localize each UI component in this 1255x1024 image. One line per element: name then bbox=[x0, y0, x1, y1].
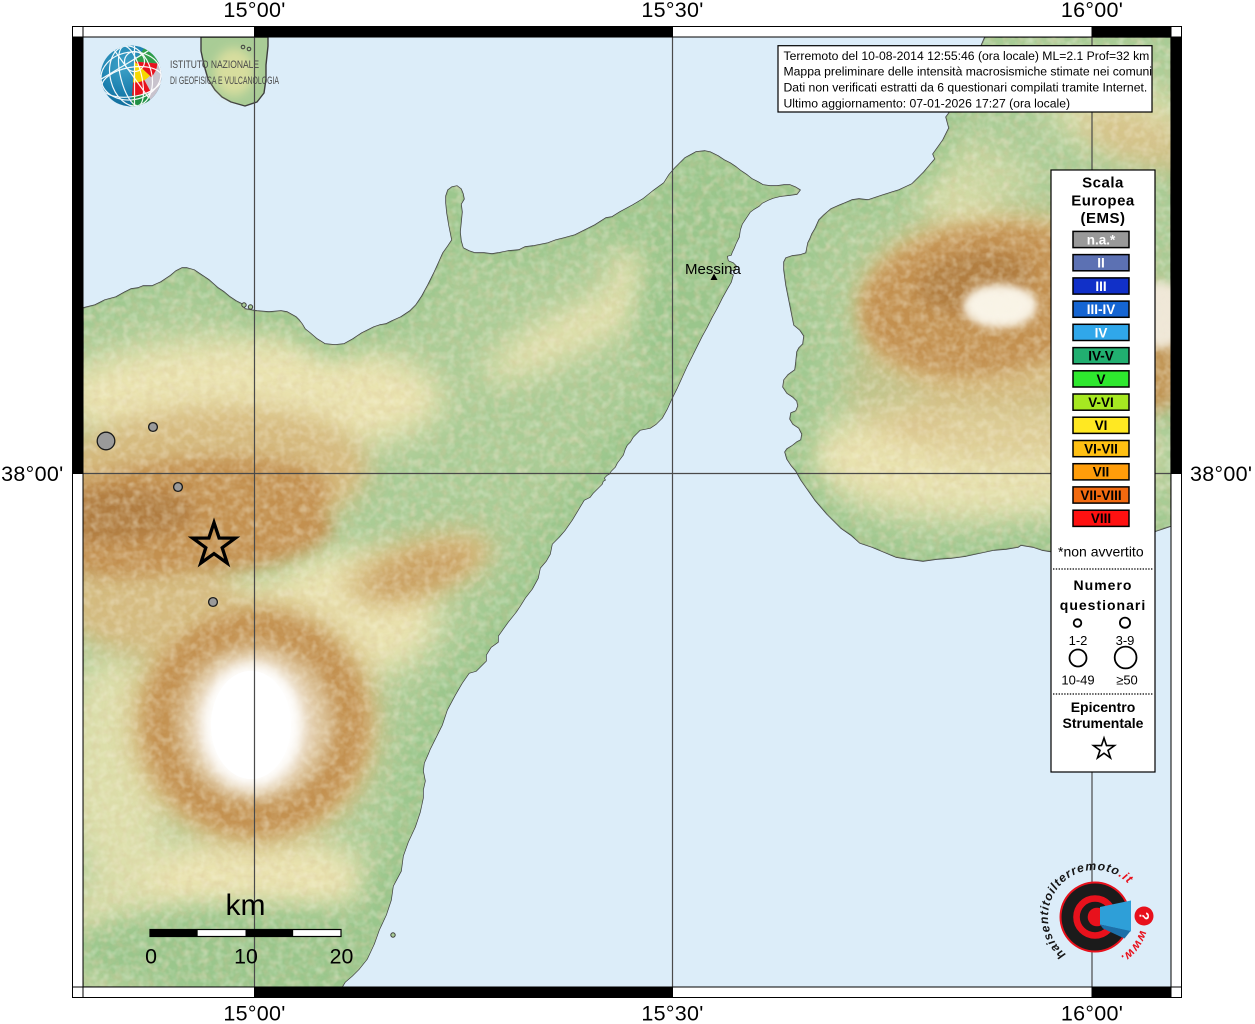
svg-text:II: II bbox=[1097, 256, 1105, 271]
svg-text:Ultimo aggiornamento: 07-01-20: Ultimo aggiornamento: 07-01-2026 17:27 (… bbox=[784, 97, 1071, 111]
svg-text:Terremoto del 10-08-2014 12:55: Terremoto del 10-08-2014 12:55:46 (ora l… bbox=[784, 49, 1150, 63]
svg-text:n.a.*: n.a.* bbox=[1087, 232, 1116, 247]
svg-text:Strumentale: Strumentale bbox=[1063, 715, 1144, 731]
svg-text:15°30': 15°30' bbox=[641, 0, 703, 22]
svg-text:1-2: 1-2 bbox=[1069, 633, 1088, 648]
svg-text:VI: VI bbox=[1095, 418, 1108, 433]
svg-text:questionari: questionari bbox=[1060, 597, 1146, 613]
svg-text:≥50: ≥50 bbox=[1116, 673, 1138, 688]
svg-text:Mappa preliminare delle intens: Mappa preliminare delle intensità macros… bbox=[784, 65, 1153, 79]
svg-text:20: 20 bbox=[330, 945, 354, 969]
svg-text:IV-V: IV-V bbox=[1088, 349, 1114, 364]
svg-text:38°00': 38°00' bbox=[1190, 462, 1252, 486]
svg-text:km: km bbox=[226, 889, 266, 922]
svg-text:38°00': 38°00' bbox=[1, 462, 63, 486]
svg-text:15°00': 15°00' bbox=[223, 0, 285, 22]
svg-text:DI GEOFISICA E VULCANOLOGIA: DI GEOFISICA E VULCANOLOGIA bbox=[170, 75, 279, 87]
svg-text:10: 10 bbox=[234, 945, 258, 969]
svg-text:15°00': 15°00' bbox=[223, 1002, 285, 1024]
svg-text:*non avvertito: *non avvertito bbox=[1058, 544, 1144, 560]
svg-text:III: III bbox=[1095, 279, 1106, 294]
svg-text:Epicentro: Epicentro bbox=[1071, 699, 1136, 715]
svg-text:15°30': 15°30' bbox=[641, 1002, 703, 1024]
svg-text:VIII: VIII bbox=[1091, 511, 1111, 526]
svg-text:16°00': 16°00' bbox=[1061, 0, 1123, 22]
svg-text:(EMS): (EMS) bbox=[1081, 210, 1126, 227]
svg-text:0: 0 bbox=[145, 945, 157, 969]
svg-text:Dati non verificati estratti d: Dati non verificati estratti da 6 questi… bbox=[784, 81, 1148, 95]
svg-text:Numero: Numero bbox=[1074, 577, 1133, 593]
svg-text:ISTITUTO NAZIONALE: ISTITUTO NAZIONALE bbox=[170, 59, 259, 71]
svg-text:VI-VII: VI-VII bbox=[1084, 442, 1118, 457]
svg-text:V: V bbox=[1096, 372, 1105, 387]
svg-text:Europea: Europea bbox=[1071, 193, 1135, 210]
svg-text:10-49: 10-49 bbox=[1061, 673, 1094, 688]
svg-text:IV: IV bbox=[1095, 325, 1108, 340]
svg-text:VII-VIII: VII-VIII bbox=[1080, 488, 1121, 503]
svg-text:III-IV: III-IV bbox=[1087, 302, 1116, 317]
svg-text:3-9: 3-9 bbox=[1116, 633, 1135, 648]
svg-text:Scala: Scala bbox=[1082, 175, 1124, 192]
svg-text:V-VI: V-VI bbox=[1088, 395, 1114, 410]
svg-text:16°00': 16°00' bbox=[1061, 1002, 1123, 1024]
svg-text:VII: VII bbox=[1093, 465, 1110, 480]
svg-text:?: ? bbox=[1136, 912, 1151, 920]
